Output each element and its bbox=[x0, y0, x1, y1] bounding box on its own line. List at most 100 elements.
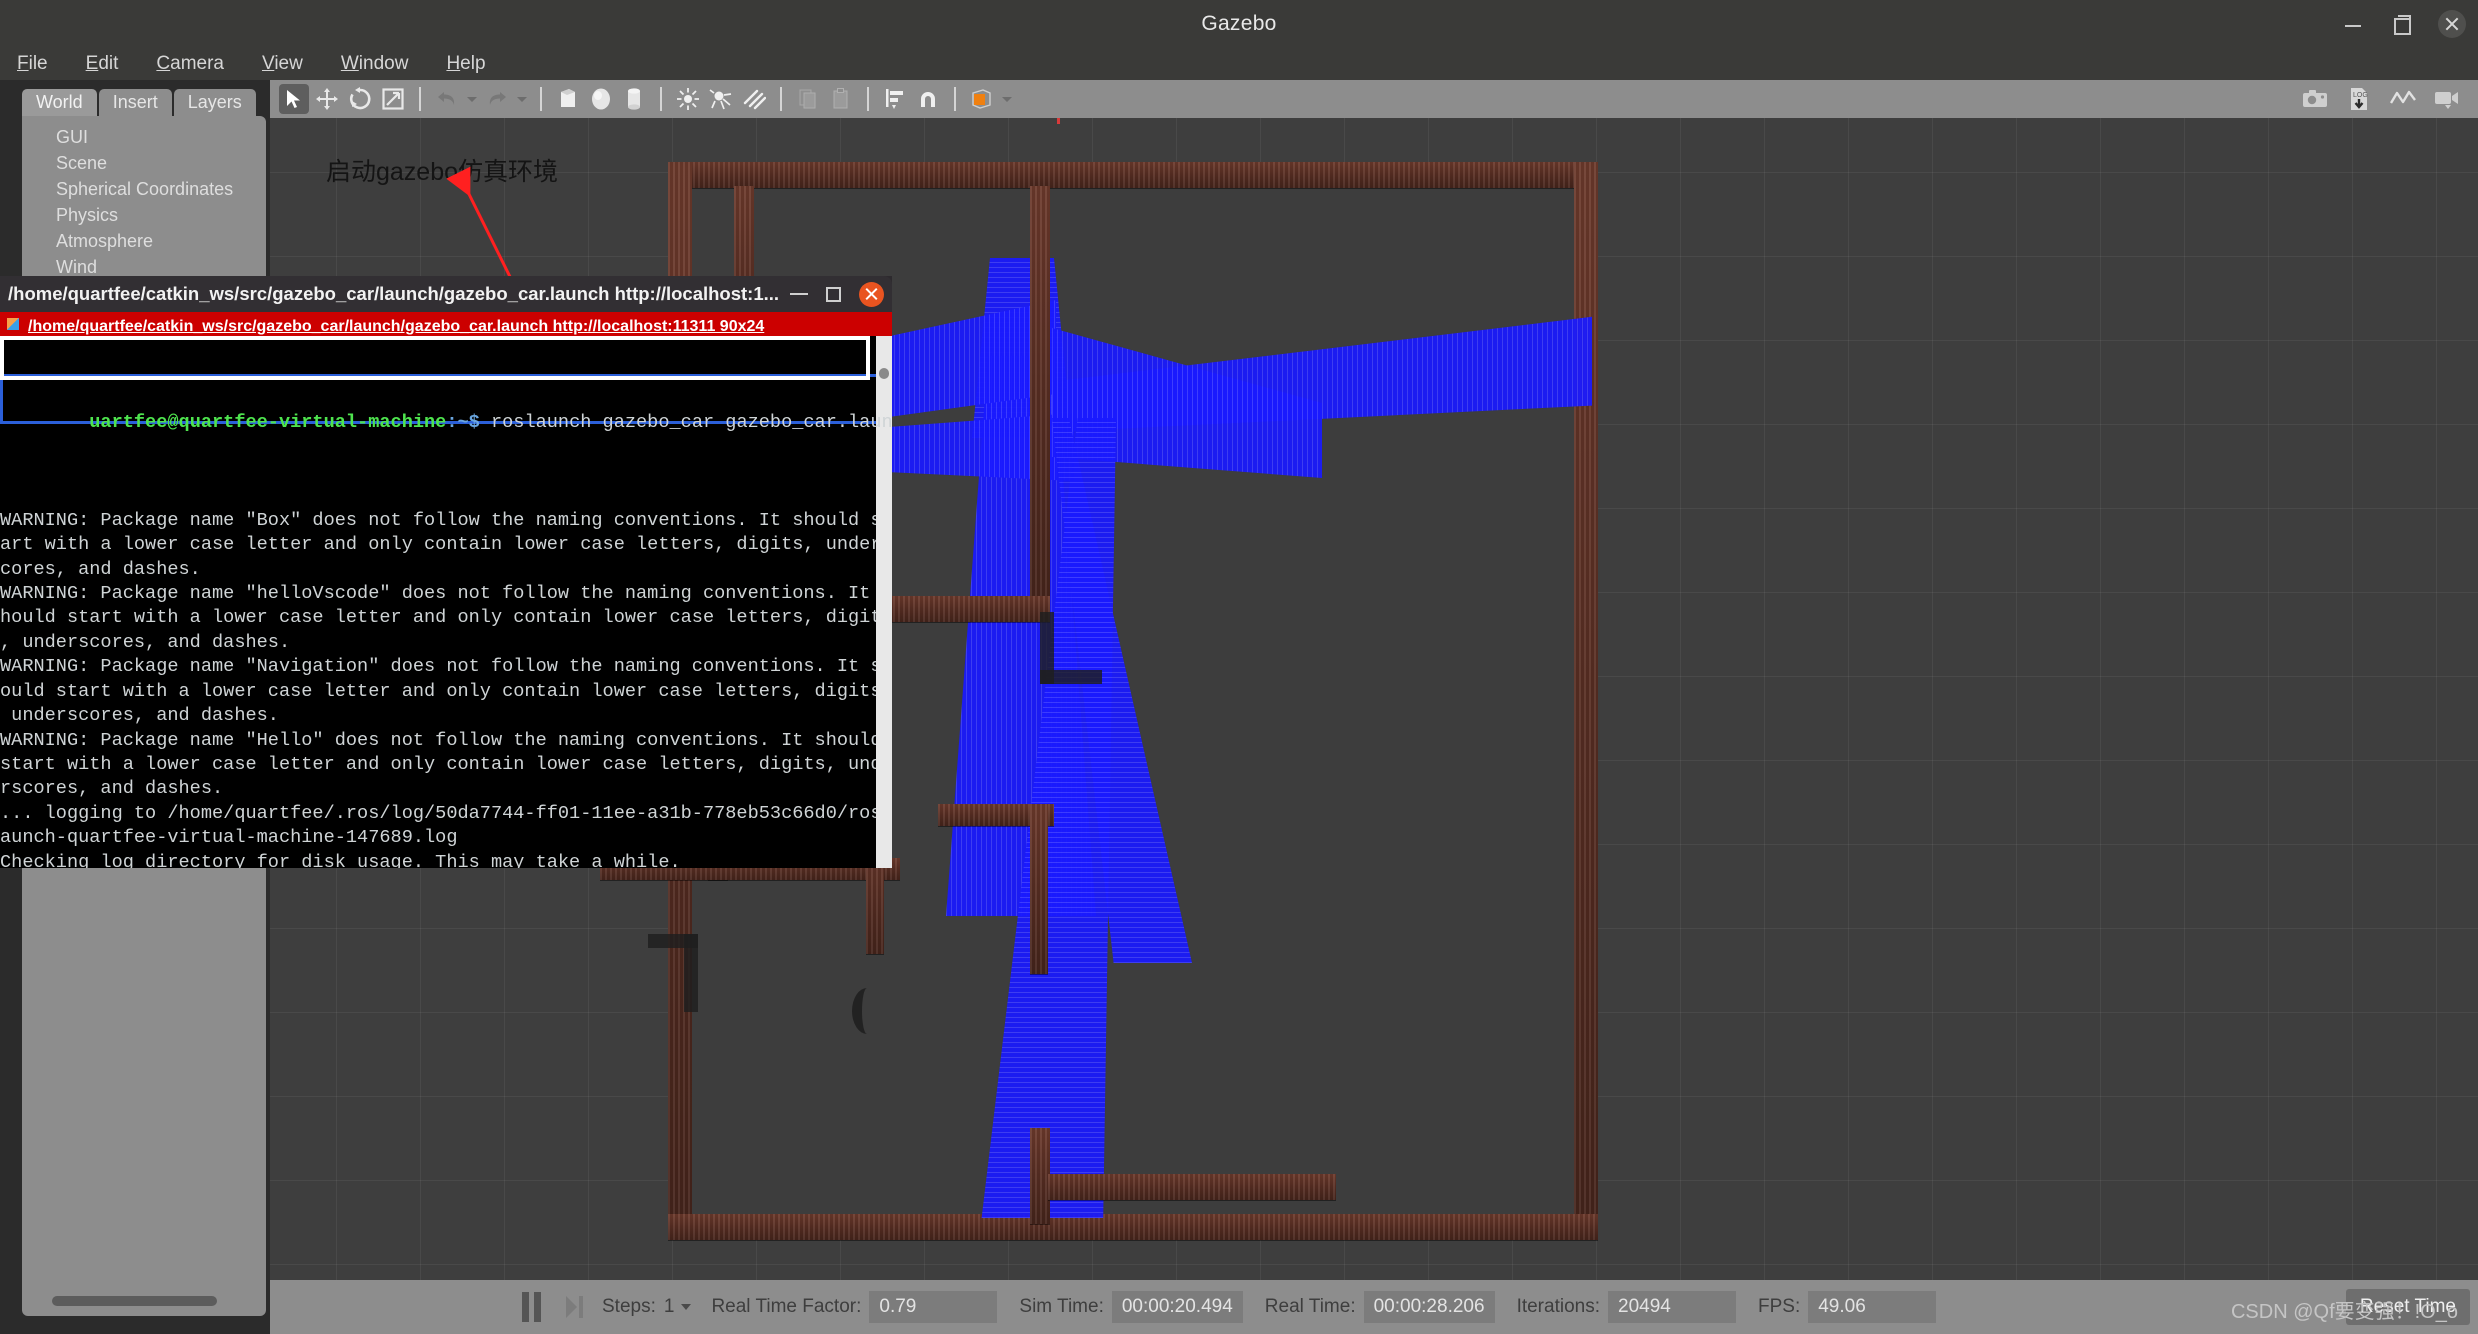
real-time-factor-label: Real Time Factor: bbox=[711, 1296, 862, 1317]
view-angle-tool[interactable] bbox=[967, 84, 997, 114]
watermark: CSDN @Qf要变强！!O_o bbox=[2230, 1301, 2458, 1323]
tree-item-spherical-coordinates[interactable]: Spherical Coordinates bbox=[22, 177, 266, 203]
select-tool[interactable] bbox=[279, 84, 309, 114]
terminal-tab[interactable]: /home/quartfee/catkin_ws/src/gazebo_car/… bbox=[0, 312, 892, 336]
terminal-line: cores, and dashes. bbox=[0, 558, 201, 580]
annotation-text: 启动gazebo仿真环境 bbox=[326, 158, 559, 186]
obstacle-shadow bbox=[1040, 670, 1102, 684]
terminal-line: WARNING: Package name "Box" does not fol… bbox=[0, 509, 892, 531]
plot-icon[interactable] bbox=[2388, 84, 2418, 114]
toolbar-separator bbox=[419, 87, 421, 111]
pause-button[interactable] bbox=[520, 1292, 546, 1322]
toolbar-separator bbox=[867, 87, 869, 111]
terminal-line: ... logging to /home/quartfee/.ros/log/5… bbox=[0, 802, 892, 824]
terminal-line: aunch-quartfee-virtual-machine-147689.lo… bbox=[0, 827, 458, 849]
window-titlebar: Gazebo bbox=[0, 0, 2478, 47]
point-light-tool[interactable] bbox=[673, 84, 703, 114]
screenshot-icon[interactable] bbox=[2300, 84, 2330, 114]
svg-text:LOG: LOG bbox=[2353, 92, 2368, 99]
maximize-button[interactable] bbox=[2390, 13, 2412, 35]
menubar: FFileile Edit Camera View Window Help bbox=[0, 47, 2478, 80]
sim-time-value: 00:00:20.494 bbox=[1111, 1291, 1243, 1323]
menu-edit[interactable]: Edit bbox=[80, 51, 125, 77]
align-tool[interactable] bbox=[880, 84, 910, 114]
terminal-close-button[interactable] bbox=[859, 281, 884, 307]
terminal-line: rscores, and dashes. bbox=[0, 778, 224, 800]
window-controls bbox=[2342, 0, 2466, 47]
maze-wall bbox=[668, 162, 1598, 188]
terminal-output[interactable]: uartfee@quartfee-virtual-machine:~$ rosl… bbox=[0, 336, 892, 868]
terminal-command: roslaunch gazebo_car gazebo_car.launch bbox=[479, 412, 892, 434]
tab-layers[interactable]: Layers bbox=[173, 89, 256, 116]
simulation-statusbar: Steps: 1 Real Time Factor: 0.79 Sim Time… bbox=[270, 1280, 2478, 1334]
menu-view[interactable]: View bbox=[256, 51, 309, 77]
rotate-tool[interactable] bbox=[345, 84, 375, 114]
command-highlight-white bbox=[0, 336, 870, 380]
maze-wall bbox=[1030, 1128, 1050, 1224]
paste-tool[interactable] bbox=[826, 84, 856, 114]
sphere-tool[interactable] bbox=[586, 84, 616, 114]
toolbar-separator bbox=[954, 87, 956, 111]
copy-tool[interactable] bbox=[793, 84, 823, 114]
steps-value[interactable]: 1 bbox=[664, 1296, 675, 1318]
video-record-icon[interactable] bbox=[2432, 84, 2462, 114]
real-time-value: 00:00:28.206 bbox=[1363, 1291, 1495, 1323]
panel-horizontal-scrollbar[interactable] bbox=[52, 1296, 217, 1306]
obstacle-shadow bbox=[852, 988, 882, 1034]
terminal-line: hould start with a lower case letter and… bbox=[0, 607, 892, 629]
view-angle-dropdown-icon[interactable] bbox=[1000, 84, 1014, 114]
terminal-line: Checking log directory for disk usage. T… bbox=[0, 851, 681, 868]
real-time-factor-value: 0.79 bbox=[869, 1291, 998, 1323]
terminal-line: start with a lower case letter and only … bbox=[0, 753, 892, 775]
menu-help[interactable]: Help bbox=[440, 51, 491, 77]
redo-dropdown-icon[interactable] bbox=[515, 84, 529, 114]
terminal-line: , underscores, and dashes. bbox=[0, 631, 291, 653]
directional-light-tool[interactable] bbox=[739, 84, 769, 114]
steps-dropdown-icon[interactable] bbox=[681, 1304, 692, 1310]
spot-light-tool[interactable] bbox=[706, 84, 736, 114]
terminal-line: underscores, and dashes. bbox=[0, 705, 279, 727]
terminal-prompt-path: :~$ bbox=[446, 412, 480, 434]
terminal-window[interactable]: /home/quartfee/catkin_ws/src/gazebo_car/… bbox=[0, 276, 892, 868]
tab-world[interactable]: World bbox=[22, 89, 97, 116]
menu-camera[interactable]: Camera bbox=[150, 51, 230, 77]
cylinder-tool[interactable] bbox=[619, 84, 649, 114]
snap-tool[interactable] bbox=[913, 84, 943, 114]
terminal-titlebar: /home/quartfee/catkin_ws/src/gazebo_car/… bbox=[0, 276, 892, 312]
iterations-label: Iterations: bbox=[1516, 1296, 1600, 1317]
translate-tool[interactable] bbox=[312, 84, 342, 114]
terminal-line: ould start with a lower case letter and … bbox=[0, 680, 892, 702]
terminal-maximize-button[interactable] bbox=[826, 286, 841, 302]
sim-time-label: Sim Time: bbox=[1019, 1296, 1104, 1317]
toolbar-separator bbox=[660, 87, 662, 111]
panel-tabs: World Insert Layers bbox=[22, 84, 266, 116]
log-record-icon[interactable]: LOG bbox=[2344, 84, 2374, 114]
iterations-value: 20494 bbox=[1608, 1291, 1736, 1323]
minimize-button[interactable] bbox=[2342, 13, 2364, 35]
terminal-line: WARNING: Package name "Hello" does not f… bbox=[0, 729, 892, 751]
menu-file[interactable]: FFileile bbox=[11, 51, 54, 77]
menu-window[interactable]: Window bbox=[335, 51, 415, 77]
scale-tool[interactable] bbox=[378, 84, 408, 114]
step-button[interactable] bbox=[566, 1292, 590, 1322]
render-toolbar-right: LOG bbox=[2300, 80, 2478, 118]
tree-item-gui[interactable]: GUI bbox=[22, 125, 266, 151]
z-axis-marker bbox=[1057, 118, 1060, 124]
tab-insert[interactable]: Insert bbox=[98, 89, 172, 116]
undo-tool[interactable] bbox=[432, 84, 462, 114]
terminal-tab-icon bbox=[7, 318, 19, 330]
terminal-scrollbar-thumb[interactable] bbox=[879, 368, 889, 379]
tree-item-atmosphere[interactable]: Atmosphere bbox=[22, 229, 266, 255]
terminal-window-controls bbox=[790, 276, 884, 312]
terminal-line: WARNING: Package name "Navigation" does … bbox=[0, 656, 892, 678]
close-button[interactable] bbox=[2438, 9, 2466, 38]
undo-dropdown-icon[interactable] bbox=[465, 84, 479, 114]
real-time-label: Real Time: bbox=[1264, 1296, 1356, 1317]
redo-tool[interactable] bbox=[482, 84, 512, 114]
terminal-minimize-button[interactable] bbox=[790, 293, 808, 295]
tree-item-scene[interactable]: Scene bbox=[22, 151, 266, 177]
box-tool[interactable] bbox=[553, 84, 583, 114]
terminal-title: /home/quartfee/catkin_ws/src/gazebo_car/… bbox=[8, 283, 780, 304]
terminal-line: art with a lower case letter and only co… bbox=[0, 534, 892, 556]
tree-item-physics[interactable]: Physics bbox=[22, 203, 266, 229]
